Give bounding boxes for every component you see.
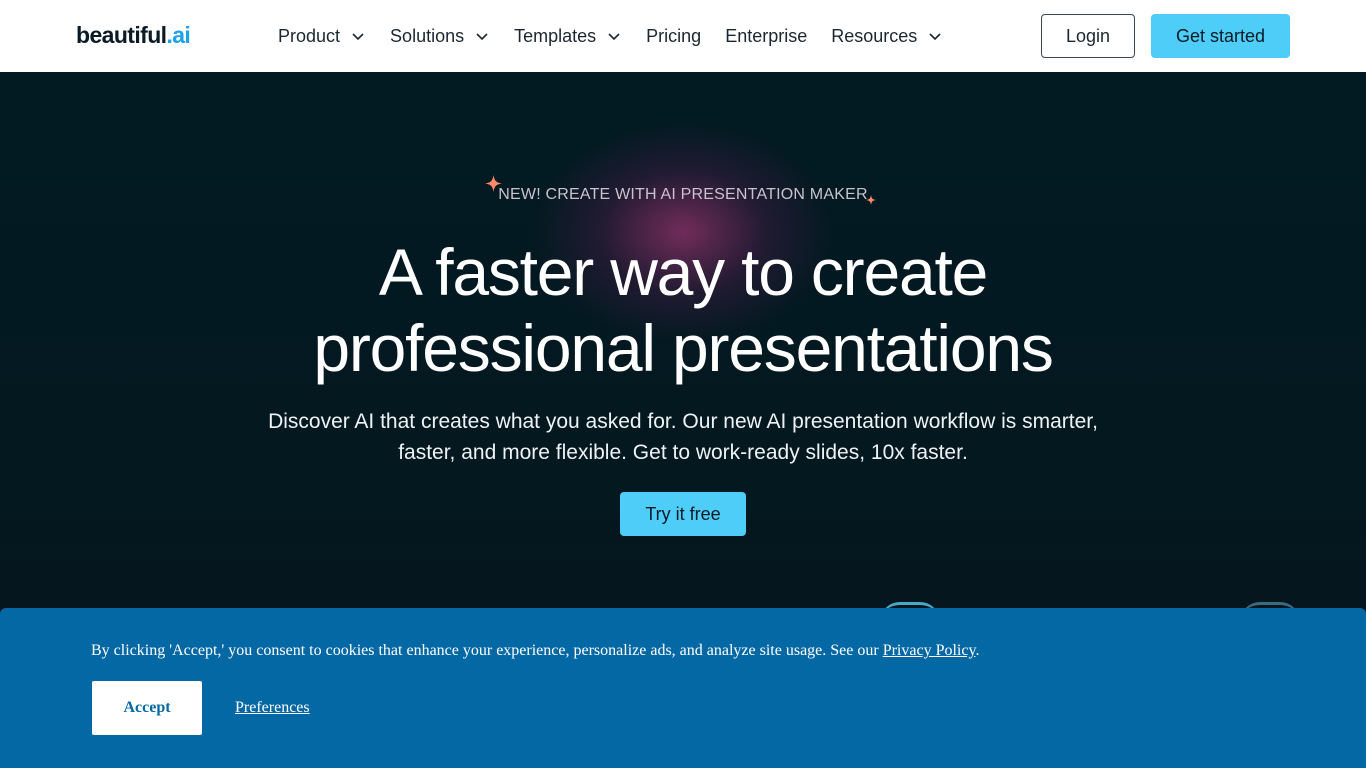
brand-logo[interactable]: beautiful .ai — [76, 22, 191, 49]
headline-line-1: A faster way to create — [378, 235, 988, 309]
cookie-message-text: By clicking 'Accept,' you consent to coo… — [91, 642, 883, 659]
headline-line-2: professional presentations — [313, 311, 1053, 385]
brand-name: beautiful — [76, 22, 167, 48]
nav-item-label: Resources — [831, 25, 918, 46]
top-navigation: beautiful .ai Product Solutions Templates… — [0, 0, 1366, 72]
nav-item-pricing[interactable]: Pricing — [646, 26, 701, 47]
chevron-down-icon — [476, 33, 488, 41]
hero-eyebrow: NEW! CREATE WITH AI PRESENTATION MAKER — [498, 186, 868, 203]
nav-item-solutions[interactable]: Solutions — [390, 26, 490, 47]
hero-headline: A faster way to create professional pres… — [0, 234, 1366, 386]
chevron-down-icon — [352, 33, 364, 41]
chevron-down-icon — [929, 33, 941, 41]
hero-subtext: Discover AI that creates what you asked … — [233, 406, 1133, 468]
get-started-button[interactable]: Get started — [1151, 14, 1290, 58]
login-button[interactable]: Login — [1041, 14, 1135, 58]
subtext-line-1: Discover AI that creates what you asked … — [268, 410, 1098, 433]
brand-suffix: .ai — [166, 22, 191, 48]
nav-item-templates[interactable]: Templates — [514, 26, 622, 47]
nav-item-product[interactable]: Product — [278, 26, 366, 47]
subtext-line-2: faster, and more flexible. Get to work-r… — [398, 441, 968, 464]
cookie-preferences-link[interactable]: Preferences — [235, 699, 310, 717]
cookie-banner: By clicking 'Accept,' you consent to coo… — [0, 608, 1366, 768]
nav-item-label: Enterprise — [725, 25, 808, 46]
cookie-message-suffix: . — [975, 642, 980, 659]
nav-item-enterprise[interactable]: Enterprise — [725, 26, 807, 47]
nav-item-label: Pricing — [646, 25, 702, 46]
nav-item-label: Product — [278, 25, 341, 46]
accept-cookies-button[interactable]: Accept — [92, 681, 202, 735]
cookie-message: By clicking 'Accept,' you consent to coo… — [91, 642, 979, 660]
privacy-policy-link[interactable]: Privacy Policy — [883, 642, 976, 659]
main-menu: Product Solutions Templates Pricing Ente… — [278, 0, 967, 72]
nav-item-label: Solutions — [390, 25, 465, 46]
chevron-down-icon — [608, 33, 620, 41]
try-it-free-button[interactable]: Try it free — [620, 492, 746, 536]
nav-item-label: Templates — [514, 25, 597, 46]
nav-item-resources[interactable]: Resources — [831, 26, 943, 47]
